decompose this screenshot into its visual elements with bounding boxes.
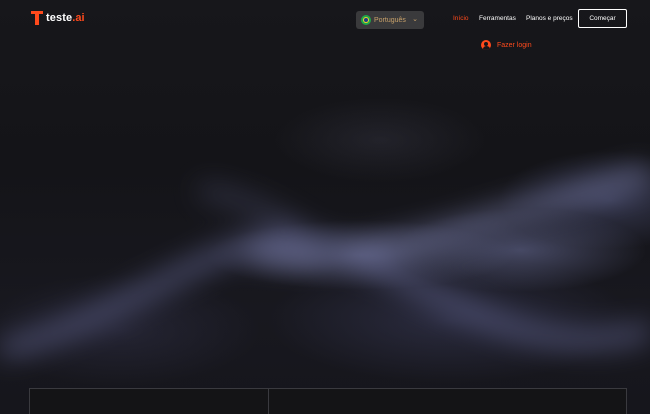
language-selector[interactable]: Português ⌄ — [356, 11, 424, 29]
t-logo-icon — [31, 11, 43, 25]
brand-name-main: teste — [46, 12, 73, 24]
nav-link-inicio[interactable]: Início — [453, 15, 469, 22]
login-label: Fazer login — [497, 41, 532, 49]
comecar-button[interactable]: Começar — [578, 9, 627, 28]
nav-link-ferramentas[interactable]: Ferramentas — [479, 15, 516, 22]
language-selected-label: Português — [374, 16, 406, 24]
brand-name: teste.ai — [46, 12, 85, 24]
login-link[interactable]: Fazer login — [481, 40, 532, 50]
content-panel-right — [268, 388, 627, 414]
nav-link-planos-precos[interactable]: Planos e preços — [526, 15, 573, 22]
content-panels — [29, 388, 627, 414]
user-avatar-icon — [481, 40, 491, 50]
dna-helix-blurred-image — [0, 168, 650, 358]
content-panel-left — [29, 388, 268, 414]
chevron-down-icon: ⌄ — [412, 16, 418, 23]
top-navigation-bar: teste.ai Português ⌄ Início Ferramentas … — [0, 0, 650, 40]
brand-name-accent: .ai — [72, 12, 85, 24]
brand-logo[interactable]: teste.ai — [31, 10, 85, 26]
brazil-flag-icon — [361, 15, 371, 25]
